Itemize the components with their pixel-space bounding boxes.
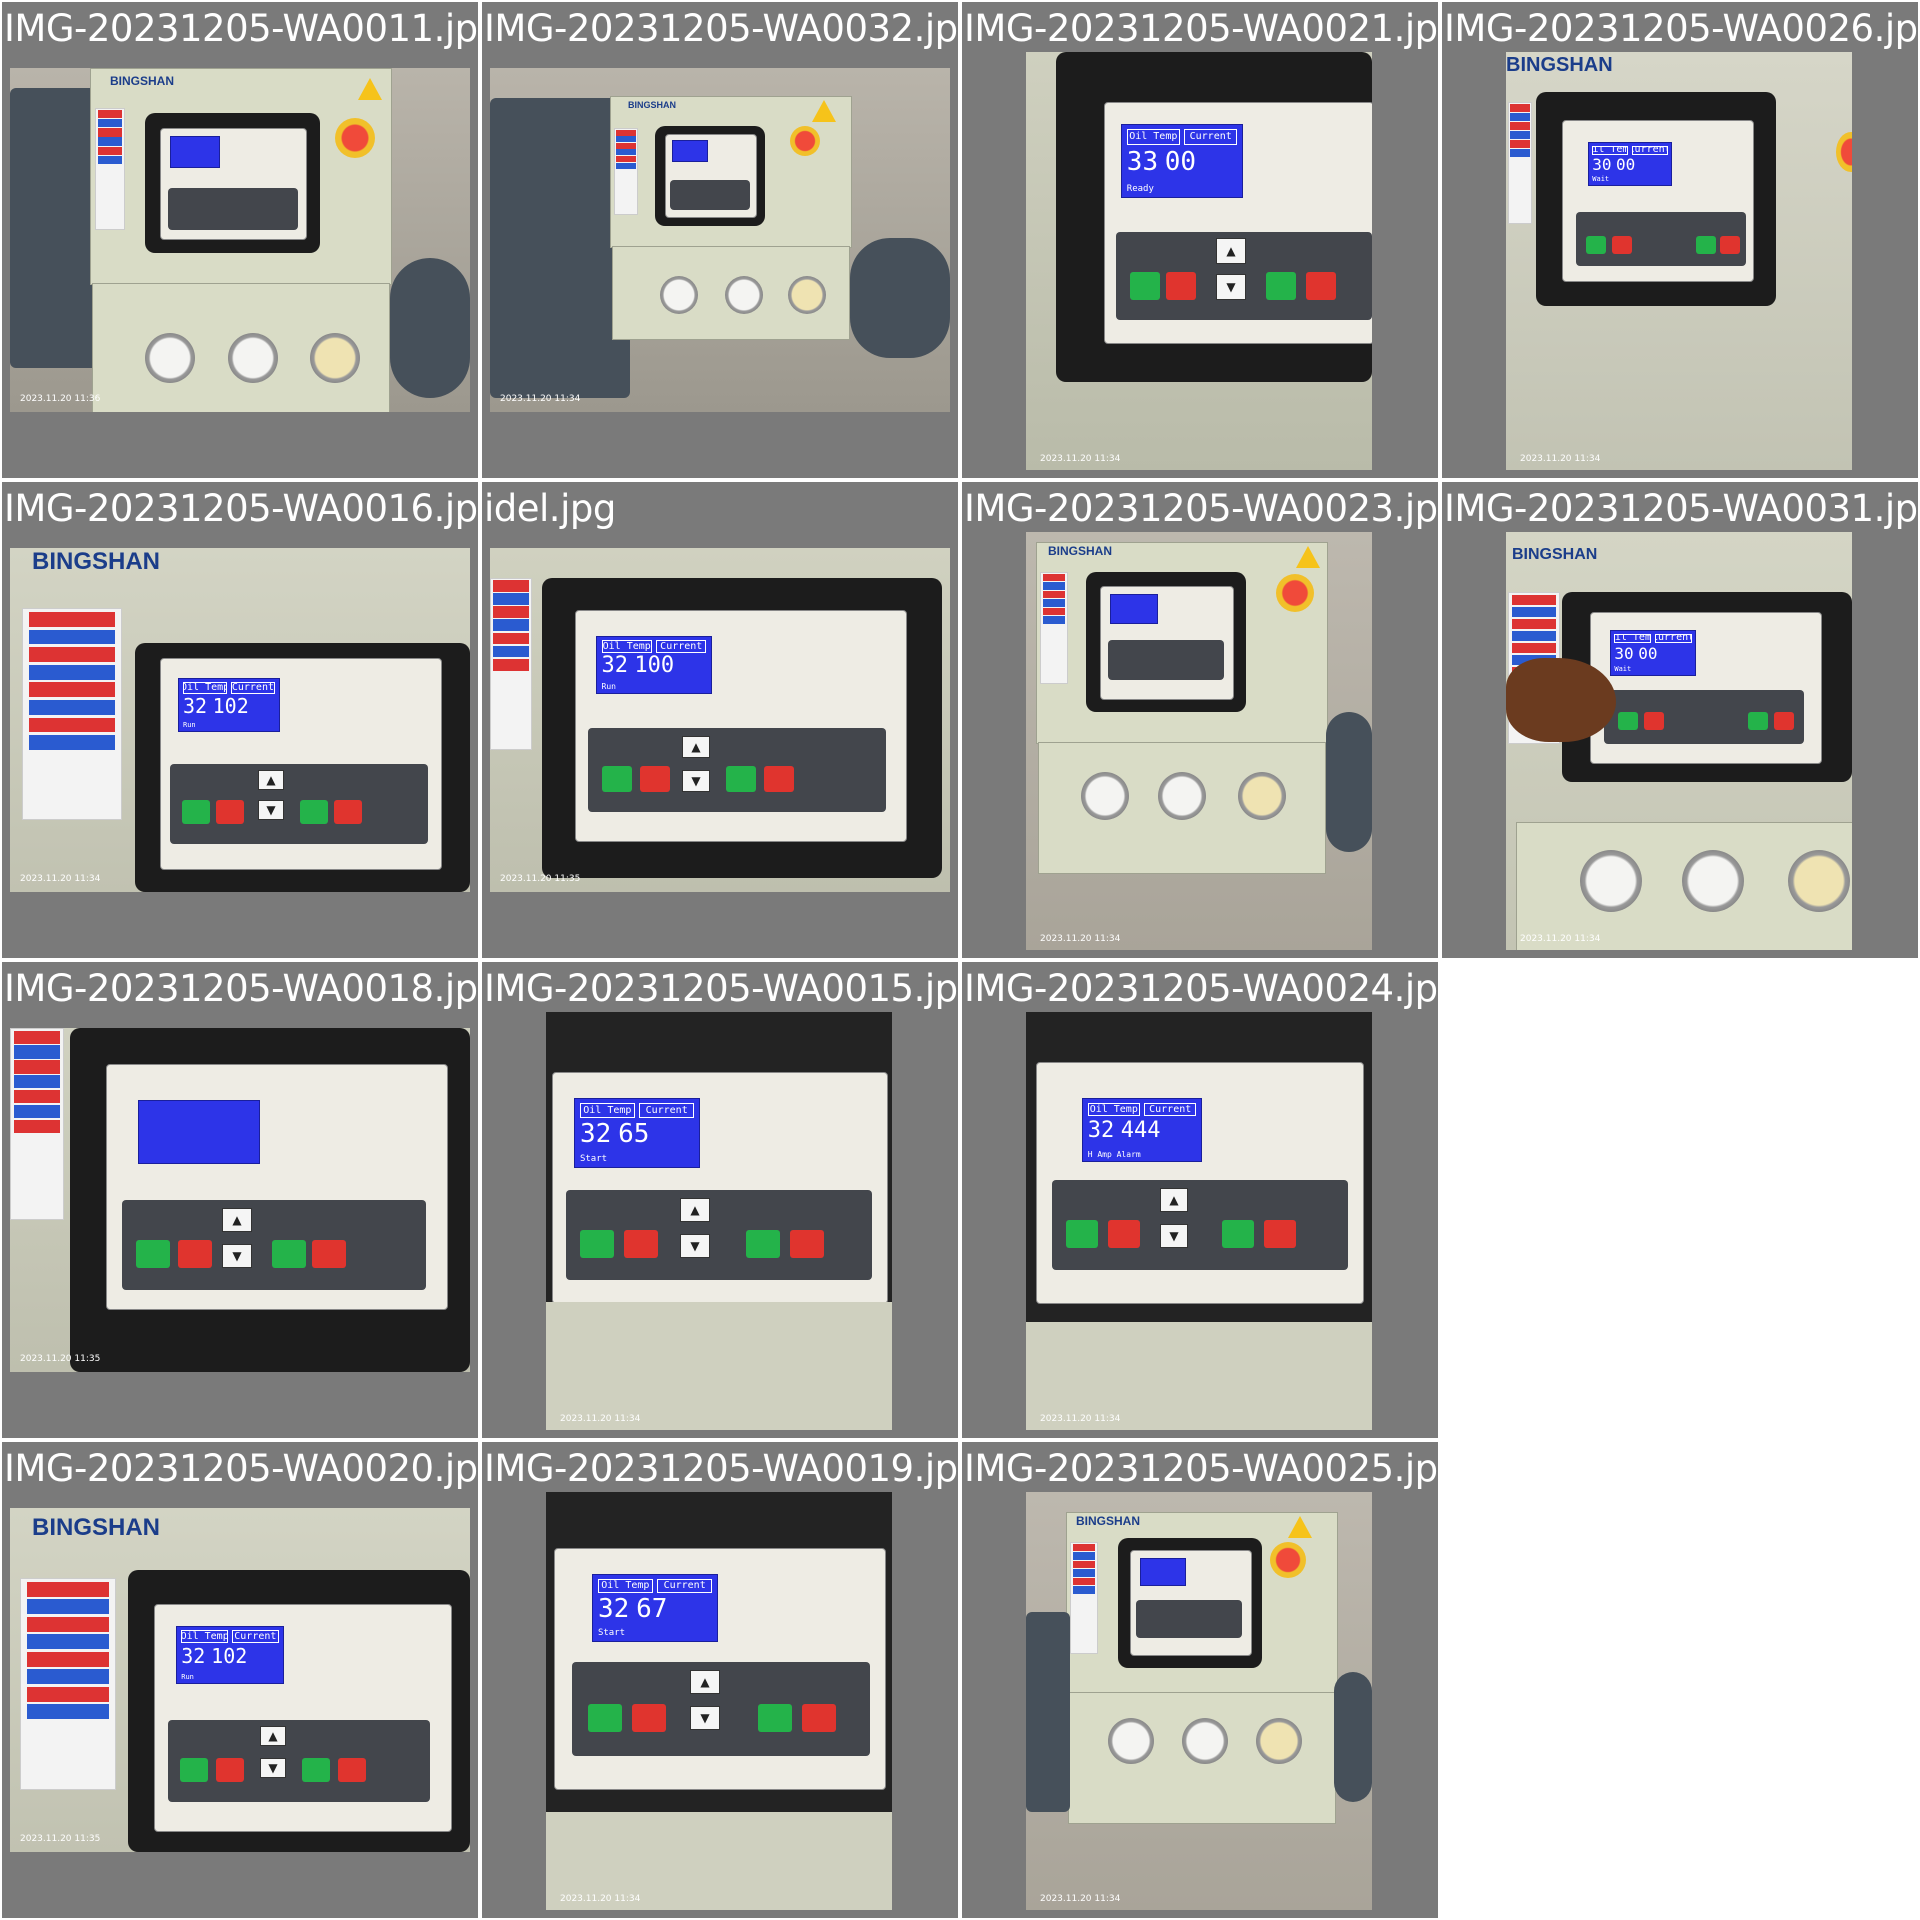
photo-timestamp: 2023.11.20 11:34 [560,1894,641,1904]
photo-timestamp: 2023.11.20 11:34 [1040,454,1121,464]
file-name: IMG-20231205-WA0016.jpg [4,487,478,530]
photo: BINGSHAN [1026,532,1372,950]
photo: BINGSHAN Oil TempCurrent 3000 Wait [1506,52,1852,470]
photo-timestamp: 2023.11.20 11:35 [20,1354,101,1364]
photo-timestamp: 2023.11.20 11:34 [20,874,101,884]
empty-cell [1442,962,1918,1438]
photo: BINGSHAN Oil TempCurrent 3000 Wait [1506,532,1852,950]
thumbnail-tile[interactable]: IMG-20231205-WA0019.jpg Oil Temp Current … [482,1442,958,1918]
photo: Oil Temp Current 32 444 H Amp Alarm ▲ ▼ [1026,1012,1372,1430]
photo-timestamp: 2023.11.20 11:34 [1040,934,1121,944]
thumbnail-tile[interactable]: IMG-20231205-WA0025.jpg BINGSHAN 2023.11… [962,1442,1438,1918]
photo-timestamp: 2023.11.20 11:34 [1040,1414,1121,1424]
photo-timestamp: 2023.11.20 11:36 [20,394,101,404]
thumbnail-tile[interactable]: IMG-20231205-WA0018.jpg ▲ ▼ 2023.11.20 1… [2,962,478,1438]
photo: Oil Temp Current 32 65 Start ▲ ▼ [546,1012,892,1430]
photo: BINGSHAN Oil Temp Current 32 102 Run ▲ ▼ [10,1508,470,1852]
file-name: IMG-20231205-WA0015.jpg [484,967,958,1010]
photo: BINGSHAN [1026,1492,1372,1910]
photo: BINGSHAN Oil Temp Current 32 102 Run ▲ ▼ [10,548,470,892]
photo-timestamp: 2023.11.20 11:35 [20,1834,101,1844]
photo: Oil Temp Current 33 00 Ready ▲ ▼ [1026,52,1372,470]
photo: BINGSHAN [10,68,470,412]
file-name: IMG-20231205-WA0023.jpg [964,487,1438,530]
photo-timestamp: 2023.11.20 11:34 [560,1414,641,1424]
file-name: IMG-20231205-WA0024.jpg [964,967,1438,1010]
photo: Oil Temp Current 32 100 Run ▲ ▼ [490,548,950,892]
file-name: IMG-20231205-WA0011.jpg [4,7,478,50]
thumbnail-tile[interactable]: IMG-20231205-WA0011.jpg BINGSHAN 2023.11… [2,2,478,478]
photo-grid: IMG-20231205-WA0011.jpg BINGSHAN 2023.11… [2,2,1918,1918]
file-name: IMG-20231205-WA0021.jpg [964,7,1438,50]
thumbnail-tile[interactable]: IMG-20231205-WA0016.jpg BINGSHAN Oil Tem… [2,482,478,958]
thumbnail-tile[interactable]: IMG-20231205-WA0021.jpg Oil Temp Current … [962,2,1438,478]
photo-timestamp: 2023.11.20 11:34 [1520,934,1601,944]
thumbnail-tile[interactable]: IMG-20231205-WA0023.jpg BINGSHAN 2023.11… [962,482,1438,958]
photo: BINGSHAN [490,68,950,412]
file-name: IMG-20231205-WA0026.jpg [1444,7,1918,50]
file-name: IMG-20231205-WA0019.jpg [484,1447,958,1490]
thumbnail-tile[interactable]: IMG-20231205-WA0020.jpg BINGSHAN Oil Tem… [2,1442,478,1918]
photo: ▲ ▼ [10,1028,470,1372]
photo-timestamp: 2023.11.20 11:34 [500,394,581,404]
thumbnail-tile[interactable]: IMG-20231205-WA0015.jpg Oil Temp Current … [482,962,958,1438]
thumbnail-tile[interactable]: IMG-20231205-WA0032.jpg BINGSHAN 2023.11… [482,2,958,478]
thumbnail-tile[interactable]: IMG-20231205-WA0024.jpg Oil Temp Current … [962,962,1438,1438]
thumbnail-tile[interactable]: idel.jpg Oil Temp Current 32 100 Run ▲ ▼ 2… [482,482,958,958]
photo-timestamp: 2023.11.20 11:34 [1520,454,1601,464]
photo-timestamp: 2023.11.20 11:35 [500,874,581,884]
thumbnail-tile[interactable]: IMG-20231205-WA0026.jpg BINGSHAN Oil Tem… [1442,2,1918,478]
file-name: IMG-20231205-WA0032.jpg [484,7,958,50]
photo: Oil Temp Current 32 67 Start ▲ ▼ [546,1492,892,1910]
file-name: IMG-20231205-WA0031.jpg [1444,487,1918,530]
file-name: IMG-20231205-WA0025.jpg [964,1447,1438,1490]
file-name: IMG-20231205-WA0020.jpg [4,1447,478,1490]
photo-timestamp: 2023.11.20 11:34 [1040,1894,1121,1904]
thumbnail-tile[interactable]: IMG-20231205-WA0031.jpg BINGSHAN Oil Tem… [1442,482,1918,958]
empty-cell [1442,1442,1918,1918]
file-name: IMG-20231205-WA0018.jpg [4,967,478,1010]
file-name: idel.jpg [484,487,616,530]
